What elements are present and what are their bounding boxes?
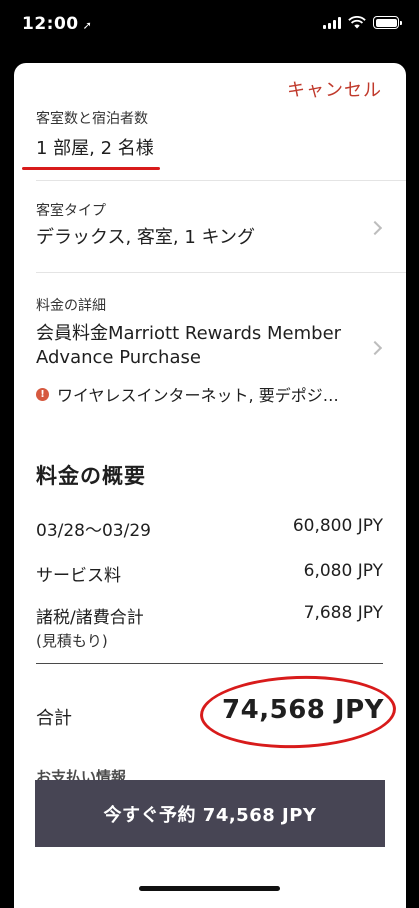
summary-row-label: 諸税/諸費合計 [36,608,144,628]
time-text: 12:00 [22,14,79,34]
book-now-button[interactable]: 今すぐ予約 74,568 JPY [35,780,385,847]
summary-row-taxes: 諸税/諸費合計 (見積もり) 7,688 JPY [36,603,383,651]
status-time: 12:00 ➚ [22,14,92,34]
divider [36,272,406,273]
rate-details-section[interactable]: 料金の詳細 会員料金Marriott Rewards Member Advanc… [36,295,383,406]
annotation-circle [198,672,398,752]
summary-row-label: 03/28〜03/29 [36,521,151,541]
rate-details-value-line1: 会員料金Marriott Rewards Member [36,323,342,344]
summary-row-note: (見積もり) [36,632,108,650]
summary-row-value: 7,688 JPY [303,603,383,623]
summary-divider [36,663,383,664]
summary-row-label: サービス料 [36,566,121,586]
rooms-guests-label: 客室数と宿泊者数 [36,111,148,127]
total-label: 合計 [36,708,72,729]
rate-details-value-line2: Advance Purchase [36,347,201,368]
alert-icon: ! [36,387,49,401]
rate-details-label: 料金の詳細 [36,298,106,314]
cellular-signal-icon [323,16,341,29]
summary-row-value: 60,800 JPY [292,516,383,536]
rate-warning: ! ワイヤレスインターネット, 要デポジ… [36,382,383,406]
room-type-value: デラックス, 客室, 1 キング [36,227,255,248]
location-arrow-icon: ➚ [82,19,93,32]
status-icons [323,16,402,29]
cancel-button[interactable]: キャンセル [287,76,382,102]
annotation-underline [22,167,160,170]
room-type-label: 客室タイプ [36,203,106,219]
price-summary-title: 料金の概要 [36,464,146,488]
rooms-guests-section[interactable]: 客室数と宿泊者数 1 部屋, 2 名様 [36,108,383,161]
reservation-sheet: キャンセル 客室数と宿泊者数 1 部屋, 2 名様 客室タイプ デラックス, 客… [14,63,406,908]
summary-row-dates: 03/28〜03/29 60,800 JPY [36,516,383,541]
battery-icon [373,16,402,29]
summary-row-label-group: 諸税/諸費合計 (見積もり) [36,603,144,651]
rooms-guests-value: 1 部屋, 2 名様 [36,138,154,159]
status-bar: 12:00 ➚ [0,0,419,48]
room-type-section[interactable]: 客室タイプ デラックス, 客室, 1 キング [36,200,383,250]
rate-warning-text: ワイヤレスインターネット, 要デポジ… [57,386,339,405]
summary-row-service: サービス料 6,080 JPY [36,561,383,586]
home-indicator[interactable] [139,886,280,891]
divider [36,180,406,181]
wifi-icon [348,16,366,29]
summary-row-value: 6,080 JPY [303,561,383,581]
